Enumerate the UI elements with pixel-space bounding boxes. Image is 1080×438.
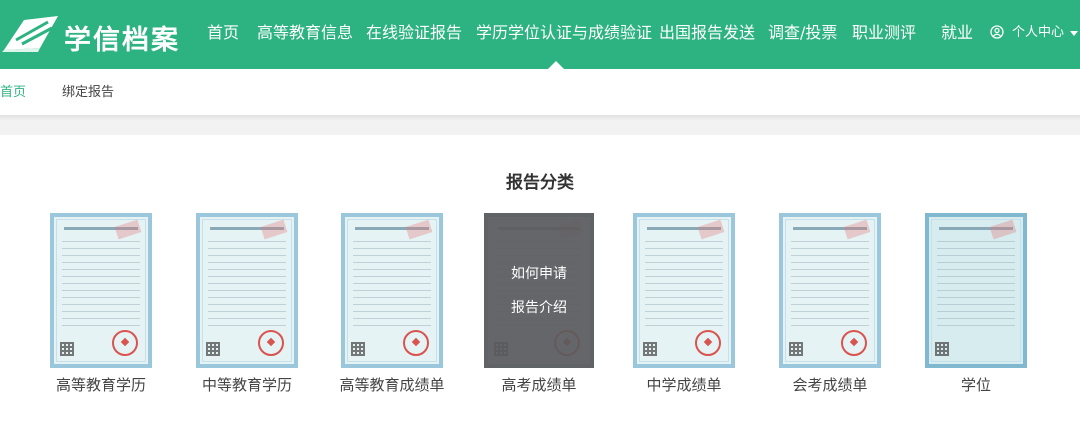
nav-career-assessment[interactable]: 职业测评	[852, 22, 916, 44]
book-logo-icon	[2, 16, 58, 52]
qr-code-icon	[60, 342, 74, 356]
report-thumbnail	[779, 213, 881, 368]
qr-code-icon	[789, 342, 803, 356]
report-card-label[interactable]: 学位	[901, 375, 1051, 395]
breadcrumb-home[interactable]: 首页	[0, 84, 26, 102]
user-center-label: 个人中心	[1012, 25, 1065, 40]
report-card-label[interactable]: 中学成绩单	[609, 375, 759, 395]
report-card-gaokao-transcript[interactable]: 如何申请 报告介绍	[484, 213, 594, 368]
nav-degree-certification[interactable]: 学历学位认证与成绩验证	[476, 22, 652, 44]
active-nav-indicator	[548, 61, 564, 69]
report-card-higher-education-diploma[interactable]	[50, 213, 152, 368]
report-card-label[interactable]: 高等教育学历	[26, 375, 176, 395]
report-thumbnail	[633, 213, 735, 368]
divider	[0, 115, 1080, 121]
nav-survey-vote[interactable]: 调查/投票	[768, 22, 837, 44]
chevron-down-icon	[1070, 31, 1078, 36]
nav-home[interactable]: 首页	[207, 22, 239, 44]
report-card-label[interactable]: 高等教育成绩单	[317, 375, 467, 395]
card-hover-overlay: 如何申请 报告介绍	[484, 213, 594, 368]
report-card-label[interactable]: 会考成绩单	[755, 375, 905, 395]
report-card-label[interactable]: 高考成绩单	[464, 375, 614, 395]
qr-code-icon	[351, 342, 365, 356]
logo-text: 学信档案	[64, 25, 180, 56]
report-category-panel: 报告分类 高等教育学历 中等教育学历 高等教育成绩单 如何申请 报告介绍 高考成…	[0, 135, 1080, 438]
report-card-degree[interactable]	[925, 213, 1027, 368]
nav-online-verification-report[interactable]: 在线验证报告	[366, 22, 462, 44]
report-card-secondary-education-diploma[interactable]	[196, 213, 298, 368]
seal-icon	[112, 330, 138, 356]
seal-icon	[841, 330, 867, 356]
seal-icon	[403, 330, 429, 356]
nav-employment[interactable]: 就业	[941, 22, 973, 44]
section-title: 报告分类	[506, 173, 574, 193]
report-card-proficiency-test-transcript[interactable]	[779, 213, 881, 368]
report-thumbnail	[50, 213, 152, 368]
top-navigation-bar: 学信档案 首页 高等教育信息 在线验证报告 学历学位认证与成绩验证 出国报告发送…	[0, 0, 1080, 69]
report-thumbnail	[196, 213, 298, 368]
how-to-apply-link[interactable]: 如何申请	[484, 265, 594, 283]
report-thumbnail	[341, 213, 443, 368]
report-thumbnail	[925, 213, 1027, 368]
report-card-high-school-transcript[interactable]	[633, 213, 735, 368]
report-card-label[interactable]: 中等教育学历	[172, 375, 322, 395]
report-card-higher-education-transcript[interactable]	[341, 213, 443, 368]
report-intro-link[interactable]: 报告介绍	[484, 299, 594, 317]
seal-icon	[258, 330, 284, 356]
breadcrumb: 首页 绑定报告	[0, 69, 1080, 115]
qr-code-icon	[206, 342, 220, 356]
seal-icon	[695, 330, 721, 356]
site-logo[interactable]: 学信档案	[0, 12, 180, 56]
nav-higher-education-info[interactable]: 高等教育信息	[257, 22, 353, 44]
breadcrumb-current: 绑定报告	[62, 85, 115, 100]
qr-code-icon	[935, 342, 949, 356]
nav-overseas-report-sending[interactable]: 出国报告发送	[659, 22, 755, 44]
user-icon	[990, 25, 1004, 39]
qr-code-icon	[643, 342, 657, 356]
